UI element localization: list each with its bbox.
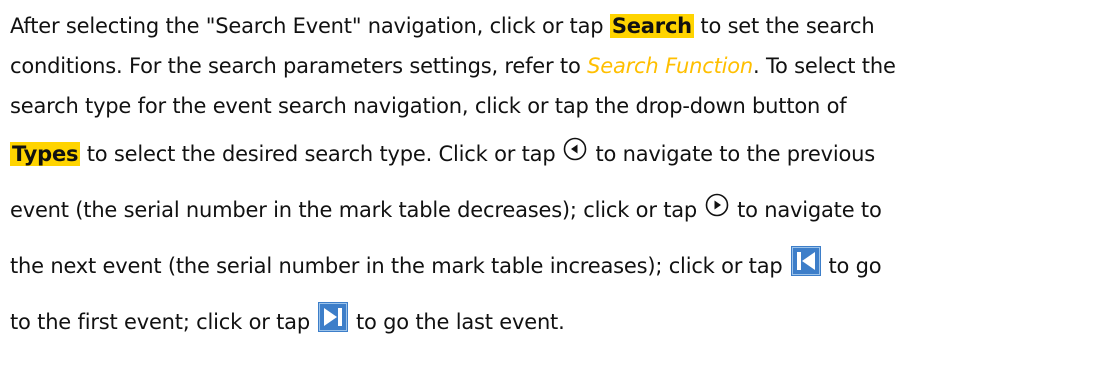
text-segment: to go the last event. [355,310,565,334]
text-segment: to select the desired search type. Click… [80,142,556,166]
last-event-icon [317,302,348,332]
paragraph-line-7: to the first event; click or tap to go t… [10,294,1093,350]
text-segment: search type for the event search navigat… [10,94,847,118]
first-event-icon [790,246,821,276]
types-keyword: Types [10,142,81,166]
paragraph-line-4: Types to select the desired search type.… [10,126,1093,182]
next-circle-icon [705,193,729,217]
search-keyword: Search [609,14,694,38]
text-segment: to navigate to the previous [595,142,875,166]
text-segment: the next event (the serial number in the… [10,254,783,278]
search-function-link[interactable]: Search Function [587,54,753,78]
text-segment: After selecting the "Search Event" navig… [10,14,610,38]
text-segment: to the first event; click or tap [10,310,310,334]
previous-circle-icon [563,137,587,161]
paragraph-line-3: search type for the event search navigat… [10,86,1093,126]
paragraph-line-1: After selecting the "Search Event" navig… [10,6,1093,46]
paragraph-line-5: event (the serial number in the mark tab… [10,182,1093,238]
text-segment: to navigate to [737,198,882,222]
text-segment: conditions. For the search parameters se… [10,54,588,78]
text-segment: to set the search [693,14,875,38]
text-segment: . To select the [753,54,896,78]
document-paragraph: After selecting the "Search Event" navig… [0,0,1103,350]
text-segment: event (the serial number in the mark tab… [10,198,698,222]
text-segment: to go [828,254,882,278]
paragraph-line-2: conditions. For the search parameters se… [10,46,1093,86]
paragraph-line-6: the next event (the serial number in the… [10,238,1093,294]
